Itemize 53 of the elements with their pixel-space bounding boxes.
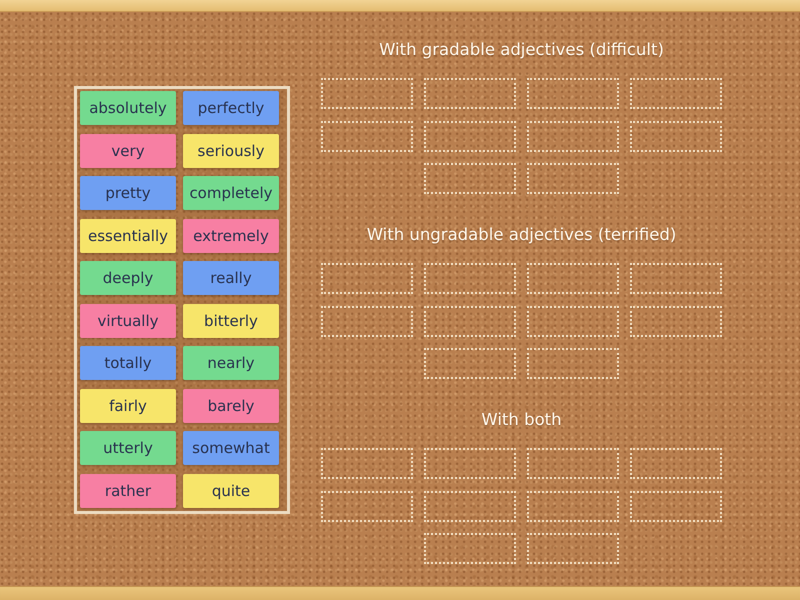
word-card[interactable]: virtually [80,304,176,338]
drop-zone[interactable] [424,490,516,522]
drop-zone[interactable] [424,533,516,564]
word-card[interactable]: completely [183,176,279,210]
group-heading: With gradable adjectives (difficult) [379,40,664,60]
word-card[interactable]: very [80,134,176,168]
word-card[interactable]: fairly [80,388,176,422]
word-card[interactable]: seriously [183,134,279,168]
drop-zone[interactable] [630,78,722,109]
drop-zone[interactable] [424,78,516,109]
drop-zone[interactable] [424,263,516,294]
word-card[interactable]: quite [183,474,279,508]
word-card[interactable]: nearly [183,346,279,380]
drop-zone[interactable] [527,78,619,109]
drop-zone[interactable] [527,448,619,479]
drop-zone[interactable] [424,163,516,194]
drop-zone[interactable] [630,490,722,522]
drop-zone[interactable] [527,533,619,564]
drop-zone[interactable] [321,78,413,109]
word-card[interactable]: utterly [80,431,176,465]
word-card[interactable]: bitterly [183,304,279,338]
drop-zone[interactable] [527,306,619,336]
drop-zone[interactable] [321,306,413,336]
word-card[interactable]: pretty [80,176,176,210]
word-card[interactable]: perfectly [183,91,279,125]
drop-zone[interactable] [424,306,516,336]
drop-zone[interactable] [424,448,516,479]
word-card[interactable]: totally [80,346,176,380]
word-card[interactable]: extremely [183,218,279,252]
drop-zone[interactable] [527,348,619,379]
word-card[interactable]: deeply [80,261,176,295]
drop-zone[interactable] [527,263,619,294]
drop-zone[interactable] [321,448,413,479]
word-card[interactable]: essentially [80,218,176,252]
word-card[interactable]: really [183,261,279,295]
drop-zone[interactable] [630,263,722,294]
drop-zone[interactable] [527,163,619,194]
drop-zone[interactable] [321,120,413,152]
word-card[interactable]: absolutely [80,91,176,125]
drop-zone[interactable] [424,348,516,379]
group-heading: With ungradable adjectives (terrified) [366,225,676,245]
drop-zone[interactable] [630,448,722,479]
drop-zone[interactable] [321,490,413,522]
drop-zone[interactable] [630,306,722,336]
group-heading: With both [481,410,562,430]
drop-zone[interactable] [321,263,413,294]
word-card[interactable]: rather [80,474,176,508]
drop-zone[interactable] [630,120,722,152]
word-card[interactable]: barely [183,388,279,422]
word-card[interactable]: somewhat [183,431,279,465]
drop-zone[interactable] [424,120,516,152]
drop-zone[interactable] [527,490,619,522]
drop-zone[interactable] [527,120,619,152]
